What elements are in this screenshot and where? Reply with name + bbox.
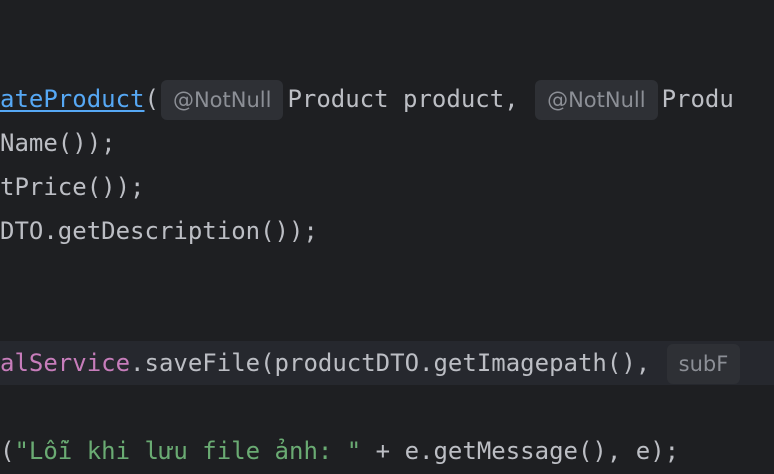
code-text: tPrice()); xyxy=(0,173,145,201)
open-paren: ( xyxy=(144,85,159,113)
inlay-hint-notnull: @NotNull xyxy=(160,80,284,120)
code-line-method-signature[interactable]: ateProduct(@NotNull Product product, @Not… xyxy=(0,77,774,121)
service-field: alService xyxy=(0,349,131,377)
code-line-set-name[interactable]: Name()); xyxy=(0,121,774,165)
parameter-product-dto: Produ xyxy=(661,85,734,113)
method-name-link[interactable]: ateProduct xyxy=(0,85,145,113)
save-file-call: .saveFile(productDTO.getImagepath(), xyxy=(130,349,665,377)
code-text: + e.getMessage(), e); xyxy=(361,437,680,465)
inlay-hint-notnull: @NotNull xyxy=(535,80,658,120)
code-line-set-price[interactable]: tPrice()); xyxy=(0,165,774,209)
inlay-hint-subfolder: subF xyxy=(666,344,741,384)
code-text: DTO.getDescription()); xyxy=(0,217,318,245)
code-text: Name()); xyxy=(0,129,116,157)
error-message-string: "Lỗi khi lưu file ảnh: " xyxy=(14,437,362,465)
parameter-product: Product product, xyxy=(287,85,534,113)
code-line-set-description[interactable]: DTO.getDescription()); xyxy=(0,209,774,253)
code-editor[interactable]: ateProduct(@NotNull Product product, @Not… xyxy=(0,0,774,474)
code-line-exception[interactable]: ("Lỗi khi lưu file ảnh: " + e.getMessage… xyxy=(0,429,774,473)
code-text: ( xyxy=(0,437,15,465)
code-line-save-file[interactable]: alService.saveFile(productDTO.getImagepa… xyxy=(0,341,774,385)
